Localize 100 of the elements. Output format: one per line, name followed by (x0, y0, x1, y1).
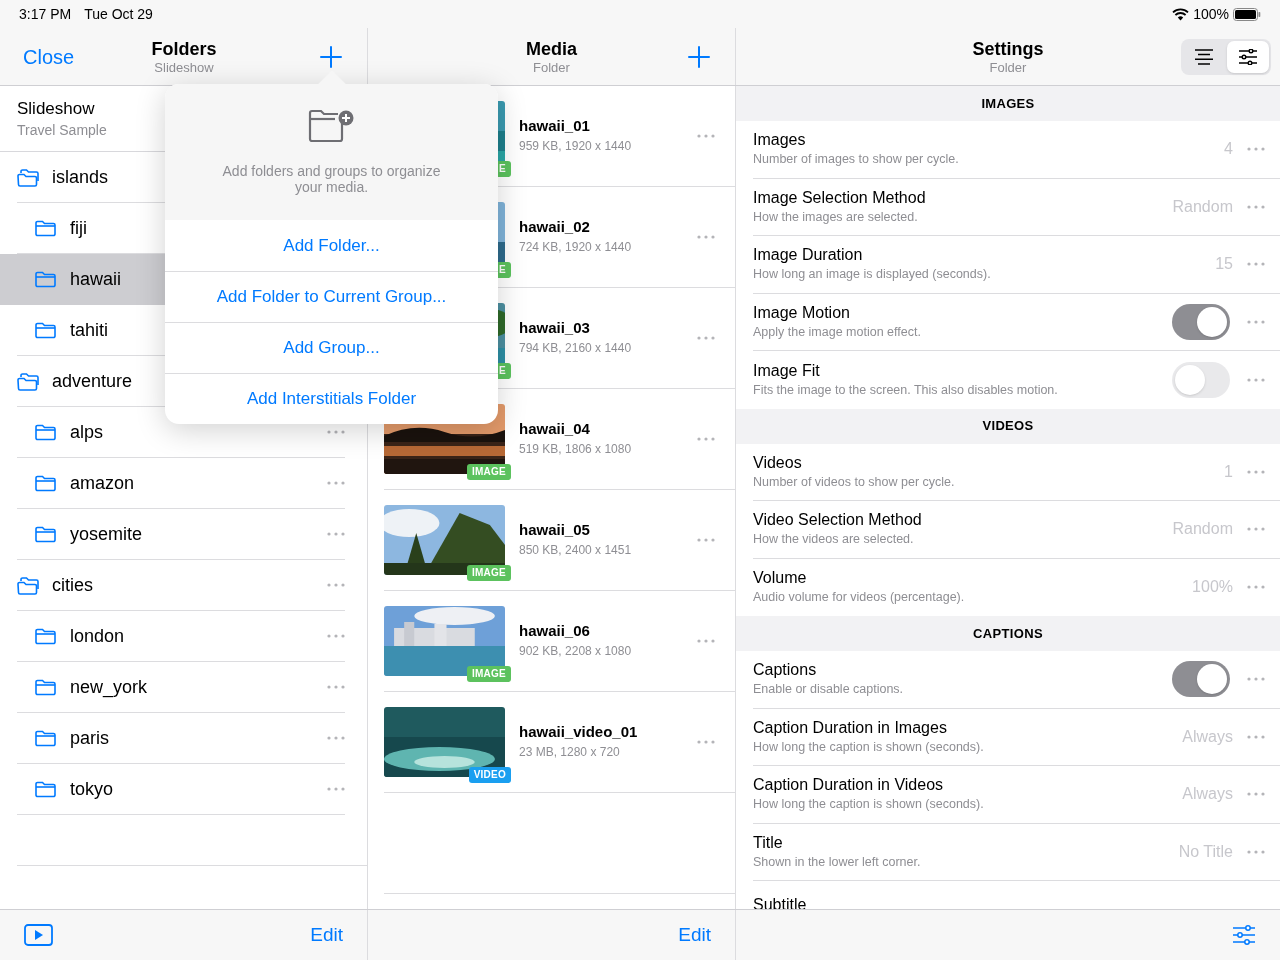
folder-name: london (70, 624, 125, 648)
setting-title: Image Fit (753, 360, 820, 381)
setting-title: Volume (753, 568, 807, 589)
setting-title: Image Motion (753, 302, 850, 323)
more-icon[interactable] (1247, 585, 1265, 590)
add-icon[interactable] (320, 45, 342, 68)
more-icon[interactable] (327, 685, 345, 689)
more-icon[interactable] (1247, 849, 1265, 854)
folder-row[interactable]: amazon (0, 458, 367, 509)
folder-name: islands (52, 165, 109, 189)
folder-name: fiji (70, 216, 87, 240)
media-info: 23 MB, 1280 x 720 (519, 744, 621, 761)
folder-add-icon (307, 109, 356, 143)
slideshow-subtitle: Travel Sample (17, 120, 107, 140)
media-type-badge: IMAGE (466, 565, 511, 581)
more-icon[interactable] (1247, 377, 1265, 382)
folder-name: alps (70, 420, 104, 444)
more-icon[interactable] (1247, 527, 1265, 532)
more-icon[interactable] (327, 634, 345, 638)
setting-description: Enable or disable captions. (753, 681, 904, 699)
folder-icon (35, 321, 56, 339)
more-icon[interactable] (697, 639, 715, 643)
column-title: Media (526, 37, 577, 60)
more-icon[interactable] (697, 740, 715, 744)
add-icon[interactable] (688, 45, 710, 68)
more-icon[interactable] (327, 787, 345, 791)
toggle-switch[interactable] (1172, 303, 1230, 340)
folder-icon (35, 219, 56, 237)
more-icon[interactable] (697, 336, 715, 340)
folder-row[interactable]: cities (0, 560, 367, 611)
more-icon[interactable] (327, 430, 345, 434)
more-icon[interactable] (697, 134, 715, 138)
more-icon[interactable] (1247, 204, 1265, 209)
folders-icon (17, 575, 41, 595)
edit-button[interactable]: Edit (310, 920, 343, 950)
media-info: 724 KB, 1920 x 1440 (519, 239, 633, 256)
more-icon[interactable] (1247, 734, 1265, 739)
section-header: IMAGES (981, 94, 1035, 113)
folder-name: tokyo (70, 777, 114, 801)
folder-row[interactable]: new_york (0, 662, 367, 713)
toggle-switch[interactable] (1172, 361, 1230, 398)
setting-description: How the images are selected. (753, 208, 918, 226)
media-info: 959 KB, 1920 x 1440 (519, 138, 633, 155)
folder-row[interactable]: yosemite (0, 509, 367, 560)
folder-icon (35, 729, 56, 747)
media-name: hawaii_05 (519, 520, 591, 540)
status-time: 3:17 PM (19, 4, 72, 24)
section-header: CAPTIONS (973, 624, 1043, 643)
more-icon[interactable] (327, 583, 345, 587)
sliders-icon[interactable] (1232, 925, 1256, 945)
more-icon[interactable] (1247, 147, 1265, 152)
media-type-badge: IMAGE (466, 464, 511, 480)
edit-button[interactable]: Edit (678, 920, 711, 950)
play-icon[interactable] (24, 924, 54, 946)
more-icon[interactable] (327, 481, 345, 485)
setting-title: Caption Duration in Videos (753, 775, 944, 796)
folder-name: cities (52, 573, 93, 597)
more-icon[interactable] (1247, 262, 1265, 267)
more-icon[interactable] (327, 532, 345, 536)
media-name: hawaii_01 (519, 116, 591, 136)
more-icon[interactable] (697, 538, 715, 542)
more-icon[interactable] (1247, 319, 1265, 324)
close-button[interactable]: Close (23, 41, 75, 72)
media-info: 519 KB, 1806 x 1080 (519, 441, 633, 458)
more-icon[interactable] (1247, 677, 1265, 682)
column-title: Settings (972, 37, 1044, 60)
folder-row[interactable]: london (0, 611, 367, 662)
more-icon[interactable] (1247, 792, 1265, 797)
sliders-icon (1238, 48, 1258, 65)
section-header: VIDEOS (982, 417, 1034, 436)
more-icon[interactable] (697, 437, 715, 441)
more-icon[interactable] (1247, 469, 1265, 474)
more-icon[interactable] (327, 736, 345, 740)
folder-icon (35, 678, 56, 696)
media-type-badge: IMAGE (466, 666, 511, 682)
folder-name: new_york (70, 675, 148, 700)
folder-row[interactable]: tokyo (0, 764, 367, 815)
setting-description: Fits the image to the screen. This also disables motion. (753, 381, 1058, 399)
setting-description: Number of videos to show per cycle. (753, 473, 955, 491)
setting-title: Image Selection Method (753, 187, 926, 208)
folder-icon (35, 525, 56, 543)
folder-icon (35, 780, 56, 798)
folder-icon (35, 423, 56, 441)
menu-item[interactable]: Add Interstitials Folder (165, 373, 498, 424)
setting-description: How long an image is displayed (seconds). (753, 266, 991, 284)
folders-icon (17, 167, 41, 187)
segment-tab[interactable] (1227, 40, 1269, 73)
setting-description: Shown in the lower left corner. (753, 853, 921, 871)
toggle-switch[interactable] (1172, 661, 1230, 698)
setting-title: Images (753, 130, 806, 151)
more-icon[interactable] (697, 235, 715, 239)
folder-name: hawaii (70, 267, 122, 291)
folder-row[interactable]: paris (0, 713, 367, 764)
menu-item[interactable]: Add Group... (165, 322, 498, 373)
folder-name: paris (70, 726, 109, 750)
media-name: hawaii_04 (519, 419, 591, 439)
setting-description: Audio volume for videos (percentage). (753, 589, 965, 607)
setting-description: How long the caption is shown (seconds). (753, 796, 984, 814)
media-info: 794 KB, 2160 x 1440 (519, 340, 633, 357)
menu-item[interactable]: Add Folder to Current Group... (165, 271, 498, 322)
